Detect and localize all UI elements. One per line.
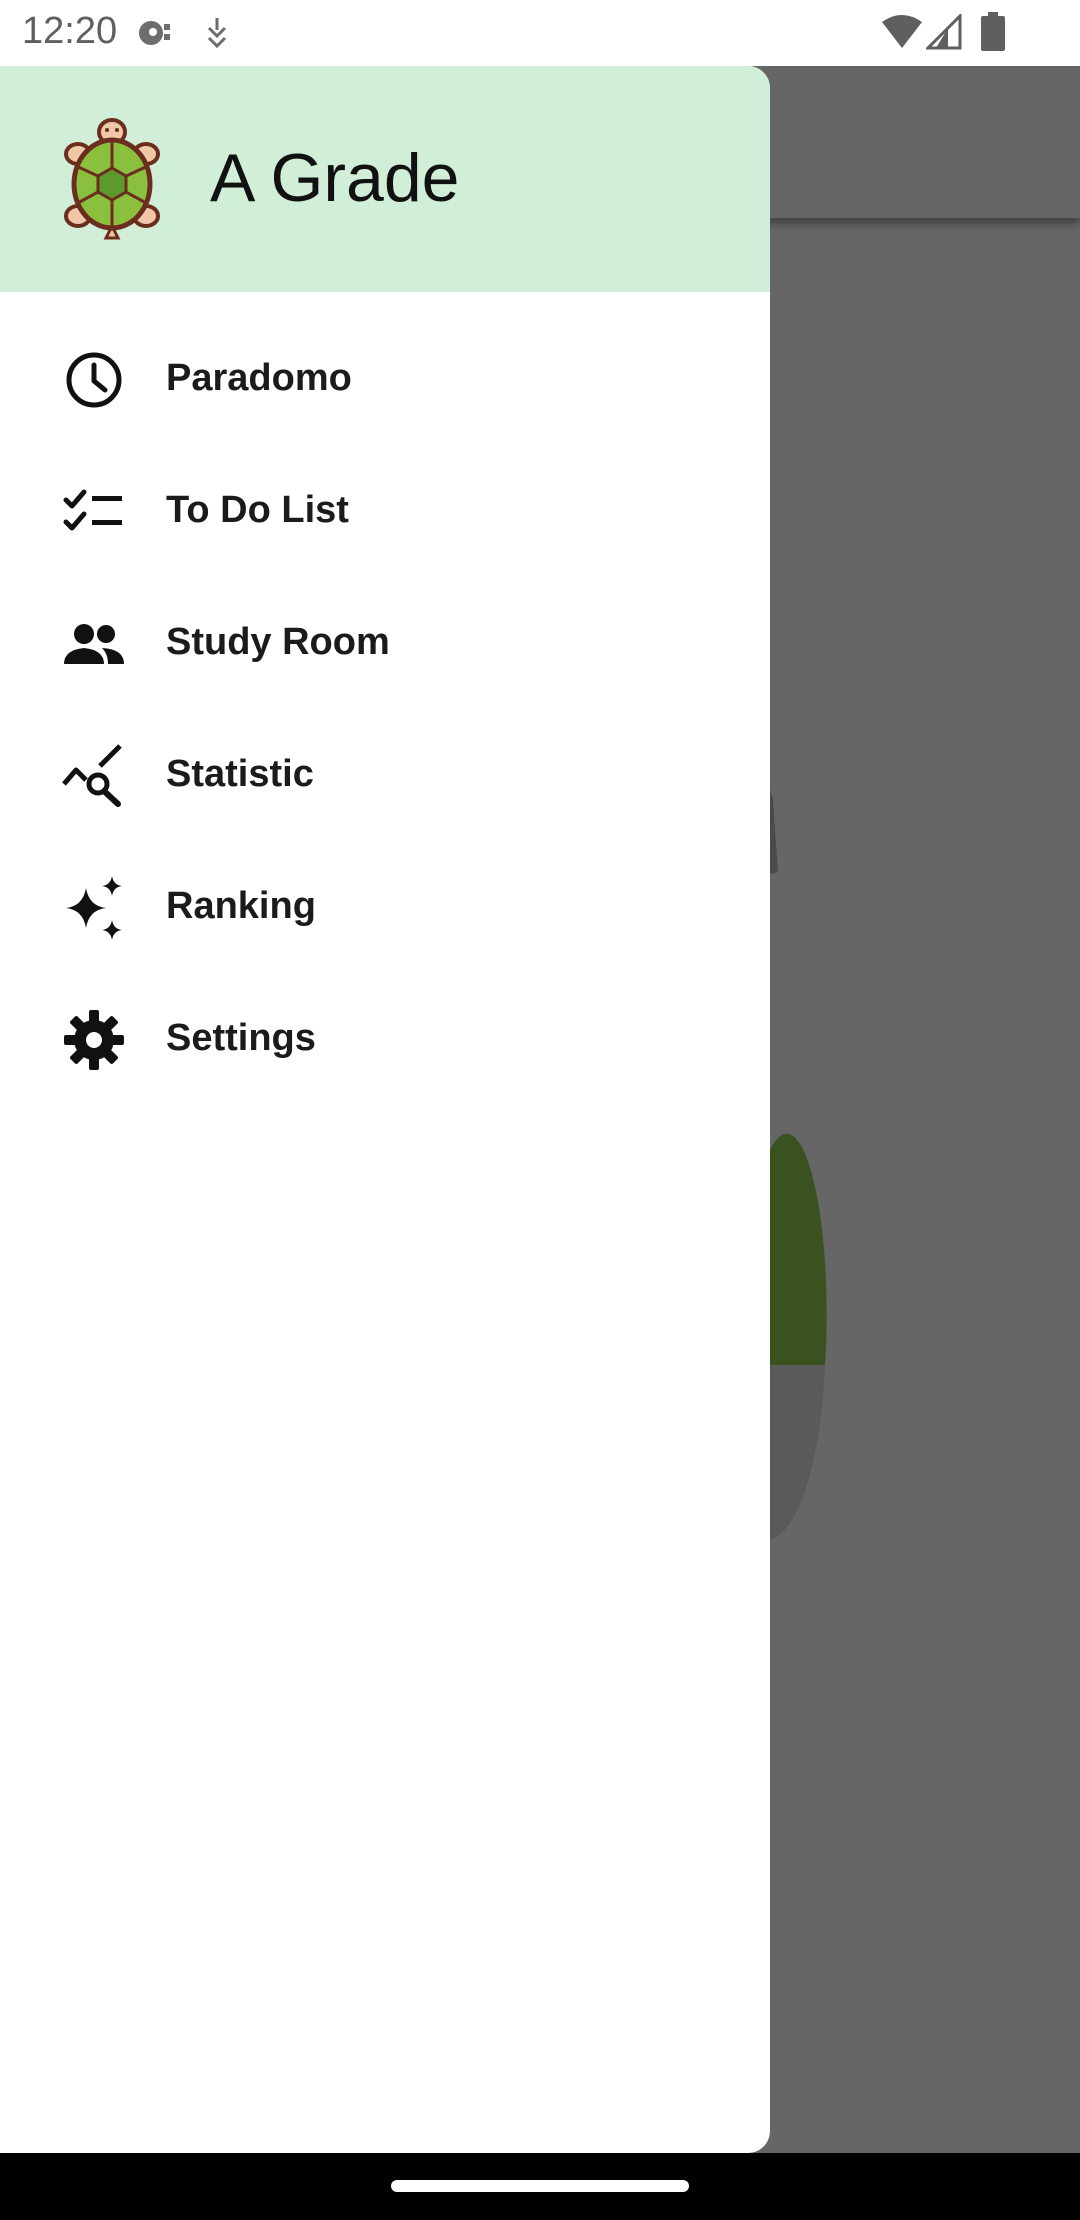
cell-signal-icon — [926, 14, 962, 50]
system-navigation-bar — [0, 2153, 1080, 2220]
disc-notification-icon — [139, 21, 170, 45]
menu-item-label: Study Room — [166, 621, 390, 663]
status-bar: 12:20 — [0, 0, 1080, 66]
status-time: 12:20 — [22, 10, 118, 52]
menu-item-label: Statistic — [166, 753, 314, 795]
sparkle-icon — [66, 876, 122, 940]
drawer-menu: Paradomo To Do List Study Room Statistic… — [0, 312, 770, 1104]
turtle-logo-icon — [64, 118, 160, 240]
stats-search-icon — [62, 744, 122, 807]
clock-icon — [66, 352, 122, 408]
menu-item-label: Settings — [166, 1017, 316, 1059]
home-gesture-handle[interactable] — [391, 2180, 689, 2192]
wifi-icon — [882, 15, 922, 48]
navigation-drawer: A Grade Paradomo To Do List Study Room S… — [0, 66, 770, 2153]
people-icon — [64, 624, 124, 664]
gear-icon — [64, 1010, 124, 1070]
menu-item-settings[interactable]: Settings — [0, 972, 770, 1104]
battery-icon — [981, 12, 1005, 51]
menu-item-label: Paradomo — [166, 357, 352, 399]
menu-item-label: To Do List — [166, 489, 349, 531]
menu-item-paradomo[interactable]: Paradomo — [0, 312, 770, 444]
drawer-title: A Grade — [210, 140, 460, 216]
menu-item-ranking[interactable]: Ranking — [0, 840, 770, 972]
drawer-header: A Grade — [0, 66, 770, 292]
checklist-icon — [63, 489, 122, 531]
menu-item-to-do-list[interactable]: To Do List — [0, 444, 770, 576]
download-notification-icon — [207, 18, 227, 49]
menu-item-statistic[interactable]: Statistic — [0, 708, 770, 840]
menu-item-label: Ranking — [166, 885, 316, 927]
menu-item-study-room[interactable]: Study Room — [0, 576, 770, 708]
